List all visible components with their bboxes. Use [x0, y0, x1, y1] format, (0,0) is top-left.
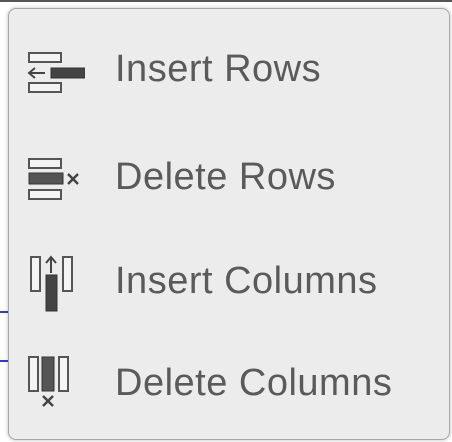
delete-rows-icon: [28, 158, 79, 200]
context-menu: Insert Rows Delete Rows Insert Columns D…: [8, 8, 450, 440]
menu-item-label: Insert Columns: [115, 259, 378, 302]
menu-item-label: Delete Columns: [115, 361, 393, 404]
menu-item-delete-columns[interactable]: Delete Columns: [9, 333, 449, 433]
insert-columns-icon: [30, 255, 73, 312]
menu-item-label: Insert Rows: [115, 47, 322, 90]
insert-rows-icon: [27, 52, 85, 93]
menu-item-insert-rows[interactable]: Insert Rows: [9, 19, 449, 119]
delete-columns-icon: [28, 356, 69, 407]
menu-item-delete-rows[interactable]: Delete Rows: [9, 127, 449, 227]
sheet-top-border: [0, 0, 452, 2]
menu-item-insert-columns[interactable]: Insert Columns: [9, 231, 449, 331]
menu-item-label: Delete Rows: [115, 155, 336, 198]
